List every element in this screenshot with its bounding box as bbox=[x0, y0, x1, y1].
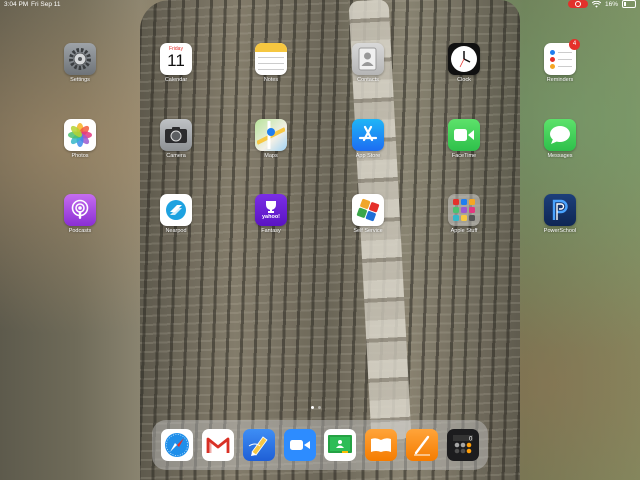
app-label: Self Service bbox=[353, 228, 383, 234]
settings-icon bbox=[64, 43, 96, 75]
page-dot[interactable] bbox=[318, 406, 321, 409]
status-bar: 3:04 PM Fri Sep 11 16% bbox=[0, 0, 640, 10]
messages-icon bbox=[544, 119, 576, 151]
app-facetime[interactable]: FaceTime bbox=[434, 119, 494, 159]
reminders-badge: 4 bbox=[569, 39, 580, 50]
battery-icon bbox=[622, 0, 636, 8]
calculator-icon[interactable]: 0 bbox=[447, 429, 479, 461]
nearpod-icon bbox=[160, 194, 192, 226]
app-podcasts[interactable]: Podcasts bbox=[50, 194, 110, 234]
app-clock[interactable]: Clock bbox=[434, 43, 494, 83]
app-settings[interactable]: Settings bbox=[50, 43, 110, 83]
app-label: Messages bbox=[547, 153, 573, 159]
app-label: Photos bbox=[71, 153, 89, 159]
yahoo-wordmark-icon: yahoo! bbox=[261, 214, 281, 220]
self-service-icon bbox=[352, 194, 384, 226]
app-label: App Store bbox=[355, 153, 381, 159]
battery-percent: 16% bbox=[604, 0, 618, 8]
maps-icon bbox=[255, 119, 287, 151]
clock-icon bbox=[448, 43, 480, 75]
app-label: Podcasts bbox=[68, 228, 92, 234]
yahoo-fantasy-icon: yahoo! bbox=[255, 194, 287, 226]
powerschool-icon bbox=[544, 194, 576, 226]
app-messages[interactable]: Messages bbox=[530, 119, 590, 159]
zoom-icon[interactable] bbox=[283, 429, 316, 461]
app-label: Contacts bbox=[357, 77, 379, 83]
sketch-icon[interactable] bbox=[242, 429, 275, 461]
calendar-icon: Friday 11 bbox=[160, 43, 192, 75]
app-label: PowerSchool bbox=[543, 228, 577, 234]
battery-fill bbox=[624, 2, 626, 6]
app-label: Apple Stuff bbox=[450, 228, 478, 234]
folder-apple-stuff[interactable]: Apple Stuff bbox=[434, 194, 494, 234]
facetime-icon bbox=[448, 119, 480, 151]
app-label: Calendar bbox=[164, 77, 188, 83]
status-time: 3:04 PM bbox=[4, 1, 29, 8]
podcasts-icon bbox=[64, 194, 96, 226]
app-reminders[interactable]: 4 Reminders bbox=[530, 39, 590, 83]
app-calendar[interactable]: Friday 11 Calendar bbox=[146, 43, 206, 83]
status-right: 16% bbox=[567, 0, 636, 8]
page-dot[interactable] bbox=[311, 406, 314, 409]
page-indicator[interactable] bbox=[311, 406, 321, 409]
app-camera[interactable]: Camera bbox=[146, 119, 206, 159]
google-classroom-icon[interactable] bbox=[324, 429, 357, 461]
folder-icon bbox=[448, 194, 480, 226]
app-nearpod[interactable]: Nearpod bbox=[146, 194, 206, 234]
app-label: FaceTime bbox=[451, 153, 477, 159]
app-contacts[interactable]: Contacts bbox=[338, 43, 398, 83]
app-label: Nearpod bbox=[165, 228, 187, 234]
app-fantasy[interactable]: yahoo! Fantasy bbox=[241, 194, 301, 234]
screen-recording-icon[interactable] bbox=[567, 0, 588, 8]
app-photos[interactable]: Photos bbox=[50, 119, 110, 159]
app-notes[interactable]: Notes bbox=[241, 43, 301, 83]
app-label: Settings bbox=[70, 77, 90, 83]
app-label: Maps bbox=[264, 153, 278, 159]
app-label: Notes bbox=[263, 77, 279, 83]
app-label: Camera bbox=[166, 153, 186, 159]
app-label: Clock bbox=[457, 77, 471, 83]
status-date: Fri Sep 11 bbox=[31, 1, 61, 8]
app-label: Fantasy bbox=[261, 228, 281, 234]
app-maps[interactable]: Maps bbox=[241, 119, 301, 159]
notes-icon bbox=[255, 43, 287, 75]
app-store-icon bbox=[352, 119, 384, 151]
contacts-icon bbox=[352, 43, 384, 75]
photos-icon bbox=[64, 119, 96, 151]
camera-icon bbox=[160, 119, 192, 151]
app-self-service[interactable]: Self Service bbox=[338, 194, 398, 234]
pages-icon[interactable] bbox=[406, 429, 439, 461]
app-app-store[interactable]: App Store bbox=[338, 119, 398, 159]
dock: 0 bbox=[152, 420, 488, 470]
books-icon[interactable] bbox=[365, 429, 398, 461]
calendar-day: 11 bbox=[167, 50, 185, 70]
gmail-icon[interactable] bbox=[201, 429, 234, 461]
safari-icon[interactable] bbox=[160, 429, 193, 461]
app-powerschool[interactable]: PowerSchool bbox=[530, 194, 590, 234]
wifi-icon bbox=[591, 0, 601, 8]
app-label: Reminders bbox=[546, 77, 574, 83]
